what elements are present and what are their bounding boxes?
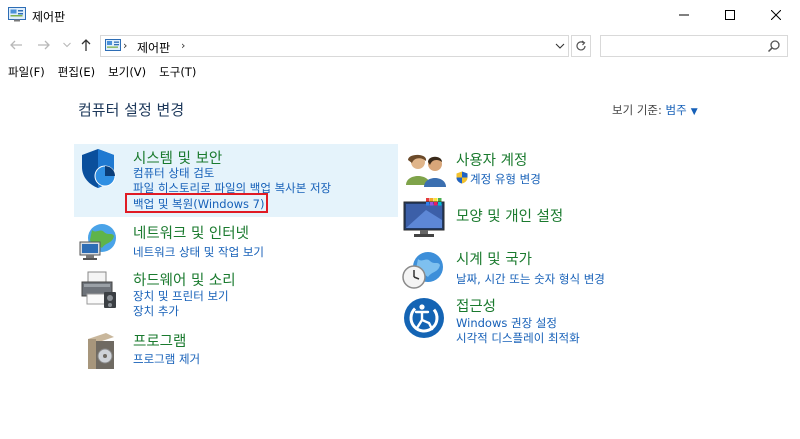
- minimize-button[interactable]: [661, 0, 707, 30]
- shield-icon: [78, 147, 118, 192]
- minimize-icon: [679, 14, 689, 16]
- breadcrumb-separator-icon[interactable]: ›: [181, 39, 185, 52]
- category-appearance-personalization[interactable]: 모양 및 개인 설정: [400, 195, 730, 241]
- chevron-down-icon: [555, 43, 565, 49]
- view-by-label: 보기 기준:: [612, 103, 662, 117]
- control-panel-icon: [8, 7, 26, 22]
- link-view-devices-printers[interactable]: 장치 및 프린터 보기: [133, 288, 229, 304]
- search-icon[interactable]: [767, 39, 781, 56]
- title-bar: 제어판: [0, 0, 800, 30]
- arrow-up-icon: [81, 39, 91, 51]
- clock-globe-icon: [402, 249, 446, 294]
- category-title-clock-region[interactable]: 시계 및 국가: [456, 248, 532, 269]
- recent-locations-button[interactable]: [61, 36, 73, 54]
- menu-tools[interactable]: 도구(T): [151, 60, 201, 82]
- category-title-user-accounts[interactable]: 사용자 계정: [456, 149, 527, 170]
- programs-icon: [84, 331, 118, 374]
- category-clock-region[interactable]: 시계 및 국가 날짜, 시간 또는 숫자 형식 변경: [400, 246, 730, 292]
- search-box[interactable]: [600, 35, 788, 57]
- breadcrumb-control-panel[interactable]: 제어판: [137, 39, 170, 56]
- view-by-control: 보기 기준: 범주 ▼: [612, 102, 698, 118]
- appearance-monitor-icon: [402, 196, 448, 243]
- menu-edit[interactable]: 편집(E): [50, 60, 100, 82]
- category-title-network-internet[interactable]: 네트워크 및 인터넷: [133, 222, 249, 243]
- link-optimize-visual-display[interactable]: 시각적 디스플레이 최적화: [456, 330, 580, 346]
- category-title-ease-of-access[interactable]: 접근성: [456, 295, 496, 316]
- link-uninstall-program[interactable]: 프로그램 제거: [133, 351, 200, 367]
- arrow-right-icon: [38, 40, 50, 50]
- view-by-dropdown[interactable]: 범주: [666, 103, 687, 117]
- window-title: 제어판: [32, 10, 66, 24]
- menu-bar: 파일(F) 편집(E) 보기(V) 도구(T): [0, 60, 800, 82]
- category-network-internet[interactable]: 네트워크 및 인터넷 네트워크 상태 및 작업 보기: [74, 222, 404, 266]
- category-title-programs[interactable]: 프로그램: [133, 330, 186, 351]
- chevron-down-icon: [63, 42, 71, 48]
- navigation-bar: › 제어판 ›: [0, 30, 800, 60]
- users-icon: [404, 151, 448, 190]
- control-panel-icon: [105, 39, 121, 56]
- category-user-accounts[interactable]: 사용자 계정 계정 유형 변경: [400, 146, 730, 190]
- link-review-computer-status[interactable]: 컴퓨터 상태 검토: [133, 165, 214, 181]
- category-programs[interactable]: 프로그램 프로그램 제거: [74, 329, 404, 371]
- search-input[interactable]: [605, 38, 765, 54]
- up-button[interactable]: [77, 36, 95, 54]
- menu-view[interactable]: 보기(V): [100, 60, 151, 82]
- menu-file[interactable]: 파일(F): [0, 60, 50, 82]
- close-icon: [771, 10, 781, 20]
- link-windows-recommended-settings[interactable]: Windows 권장 설정: [456, 315, 557, 331]
- caret-down-icon[interactable]: ▼: [691, 107, 698, 117]
- category-title-hardware-sound[interactable]: 하드웨어 및 소리: [133, 269, 236, 290]
- address-bar[interactable]: › 제어판 ›: [100, 35, 569, 57]
- page-title: 컴퓨터 설정 변경: [78, 101, 185, 119]
- category-ease-of-access[interactable]: 접근성 Windows 권장 설정 시각적 디스플레이 최적화: [400, 293, 730, 345]
- red-highlight-annotation: [125, 193, 268, 213]
- back-button[interactable]: [7, 36, 25, 54]
- address-dropdown-button[interactable]: [555, 39, 565, 56]
- link-view-network-status[interactable]: 네트워크 상태 및 작업 보기: [133, 244, 264, 260]
- category-title-appearance-personalization[interactable]: 모양 및 개인 설정: [456, 205, 563, 226]
- maximize-icon: [725, 10, 735, 20]
- link-change-account-type[interactable]: 계정 유형 변경: [470, 171, 541, 187]
- uac-shield-icon: [456, 171, 468, 187]
- forward-button[interactable]: [35, 36, 53, 54]
- maximize-button[interactable]: [707, 0, 753, 30]
- refresh-icon: [576, 40, 586, 51]
- refresh-button[interactable]: [571, 35, 591, 57]
- close-button[interactable]: [753, 0, 799, 30]
- link-change-date-time-format[interactable]: 날짜, 시간 또는 숫자 형식 변경: [456, 271, 605, 287]
- arrow-left-icon: [10, 40, 22, 50]
- accessibility-icon: [402, 296, 446, 343]
- printer-icon: [78, 270, 120, 315]
- breadcrumb-separator-icon: ›: [123, 39, 128, 52]
- category-hardware-sound[interactable]: 하드웨어 및 소리 장치 및 프린터 보기 장치 추가: [74, 268, 404, 320]
- link-add-device[interactable]: 장치 추가: [133, 303, 179, 319]
- network-globe-icon: [78, 222, 120, 265]
